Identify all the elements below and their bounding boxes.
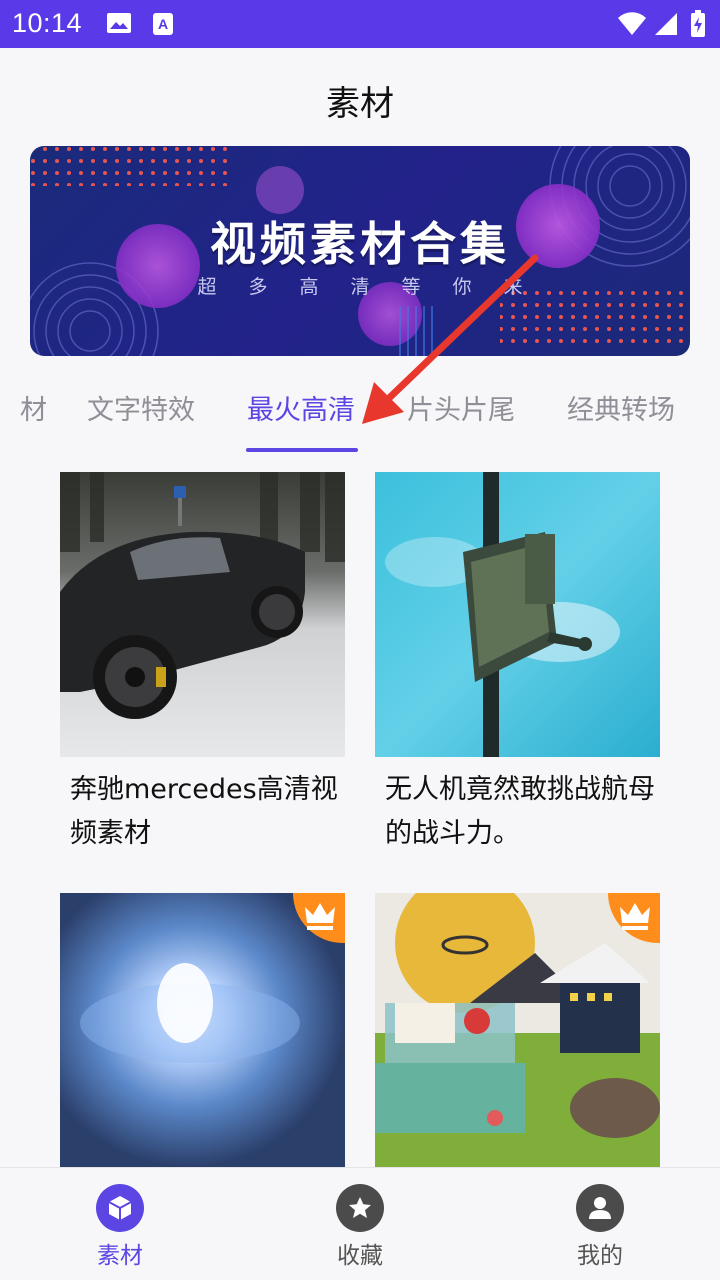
video-thumbnail bbox=[60, 472, 345, 757]
star-icon bbox=[336, 1184, 384, 1232]
banner-title: 视频素材合集 bbox=[210, 217, 510, 271]
video-card[interactable]: 无人机竟然敢挑战航母的战斗力。 bbox=[375, 472, 660, 862]
nav-item-favorites[interactable]: 收藏 bbox=[300, 1184, 420, 1270]
tab-indicator bbox=[246, 448, 358, 452]
person-icon bbox=[576, 1184, 624, 1232]
nav-item-materials[interactable]: 素材 bbox=[60, 1184, 180, 1270]
video-card[interactable] bbox=[60, 893, 345, 1167]
nav-item-profile[interactable]: 我的 bbox=[540, 1184, 660, 1270]
nav-label: 收藏 bbox=[337, 1243, 383, 1269]
gallery-notification-icon bbox=[107, 13, 131, 33]
tab-intro-outro[interactable]: 片头片尾 bbox=[407, 388, 515, 427]
crown-icon bbox=[620, 903, 650, 930]
wifi-icon bbox=[618, 12, 646, 35]
tab-partial[interactable]: 材 bbox=[20, 388, 47, 427]
status-time: 10:14 bbox=[12, 8, 83, 38]
cell-signal-icon bbox=[655, 13, 677, 35]
page-title: 素材 bbox=[326, 84, 394, 124]
tab-classic-transitions[interactable]: 经典转场 bbox=[567, 388, 675, 427]
banner-subtitle: 超多高清等你来 bbox=[197, 276, 555, 298]
svg-text:A: A bbox=[158, 16, 168, 32]
cube-icon bbox=[96, 1184, 144, 1232]
video-thumbnail bbox=[375, 472, 660, 757]
app-notification-icon: A bbox=[153, 13, 173, 35]
video-card[interactable]: 奔驰mercedes高清视频素材 bbox=[60, 472, 345, 862]
premium-badge bbox=[293, 893, 345, 943]
promo-banner[interactable]: 视频素材合集 超多高清等你来 bbox=[30, 146, 690, 356]
video-title: 奔驰mercedes高清视频素材 bbox=[70, 774, 338, 849]
status-bar: 10:14 A bbox=[0, 0, 720, 48]
bottom-nav: 素材 收藏 我的 bbox=[0, 1167, 720, 1280]
premium-badge bbox=[608, 893, 660, 943]
tab-hottest-hd[interactable]: 最火高清 bbox=[247, 388, 355, 427]
video-title: 无人机竟然敢挑战航母的战斗力。 bbox=[385, 774, 655, 849]
battery-charging-icon bbox=[691, 10, 705, 37]
nav-label: 我的 bbox=[577, 1243, 623, 1269]
tab-text-effects[interactable]: 文字特效 bbox=[87, 388, 195, 427]
nav-label: 素材 bbox=[97, 1243, 143, 1269]
crown-icon bbox=[305, 903, 335, 930]
category-tabs: 材 文字特效 最火高清 片头片尾 经典转场 bbox=[0, 370, 720, 454]
video-card[interactable] bbox=[375, 893, 660, 1167]
